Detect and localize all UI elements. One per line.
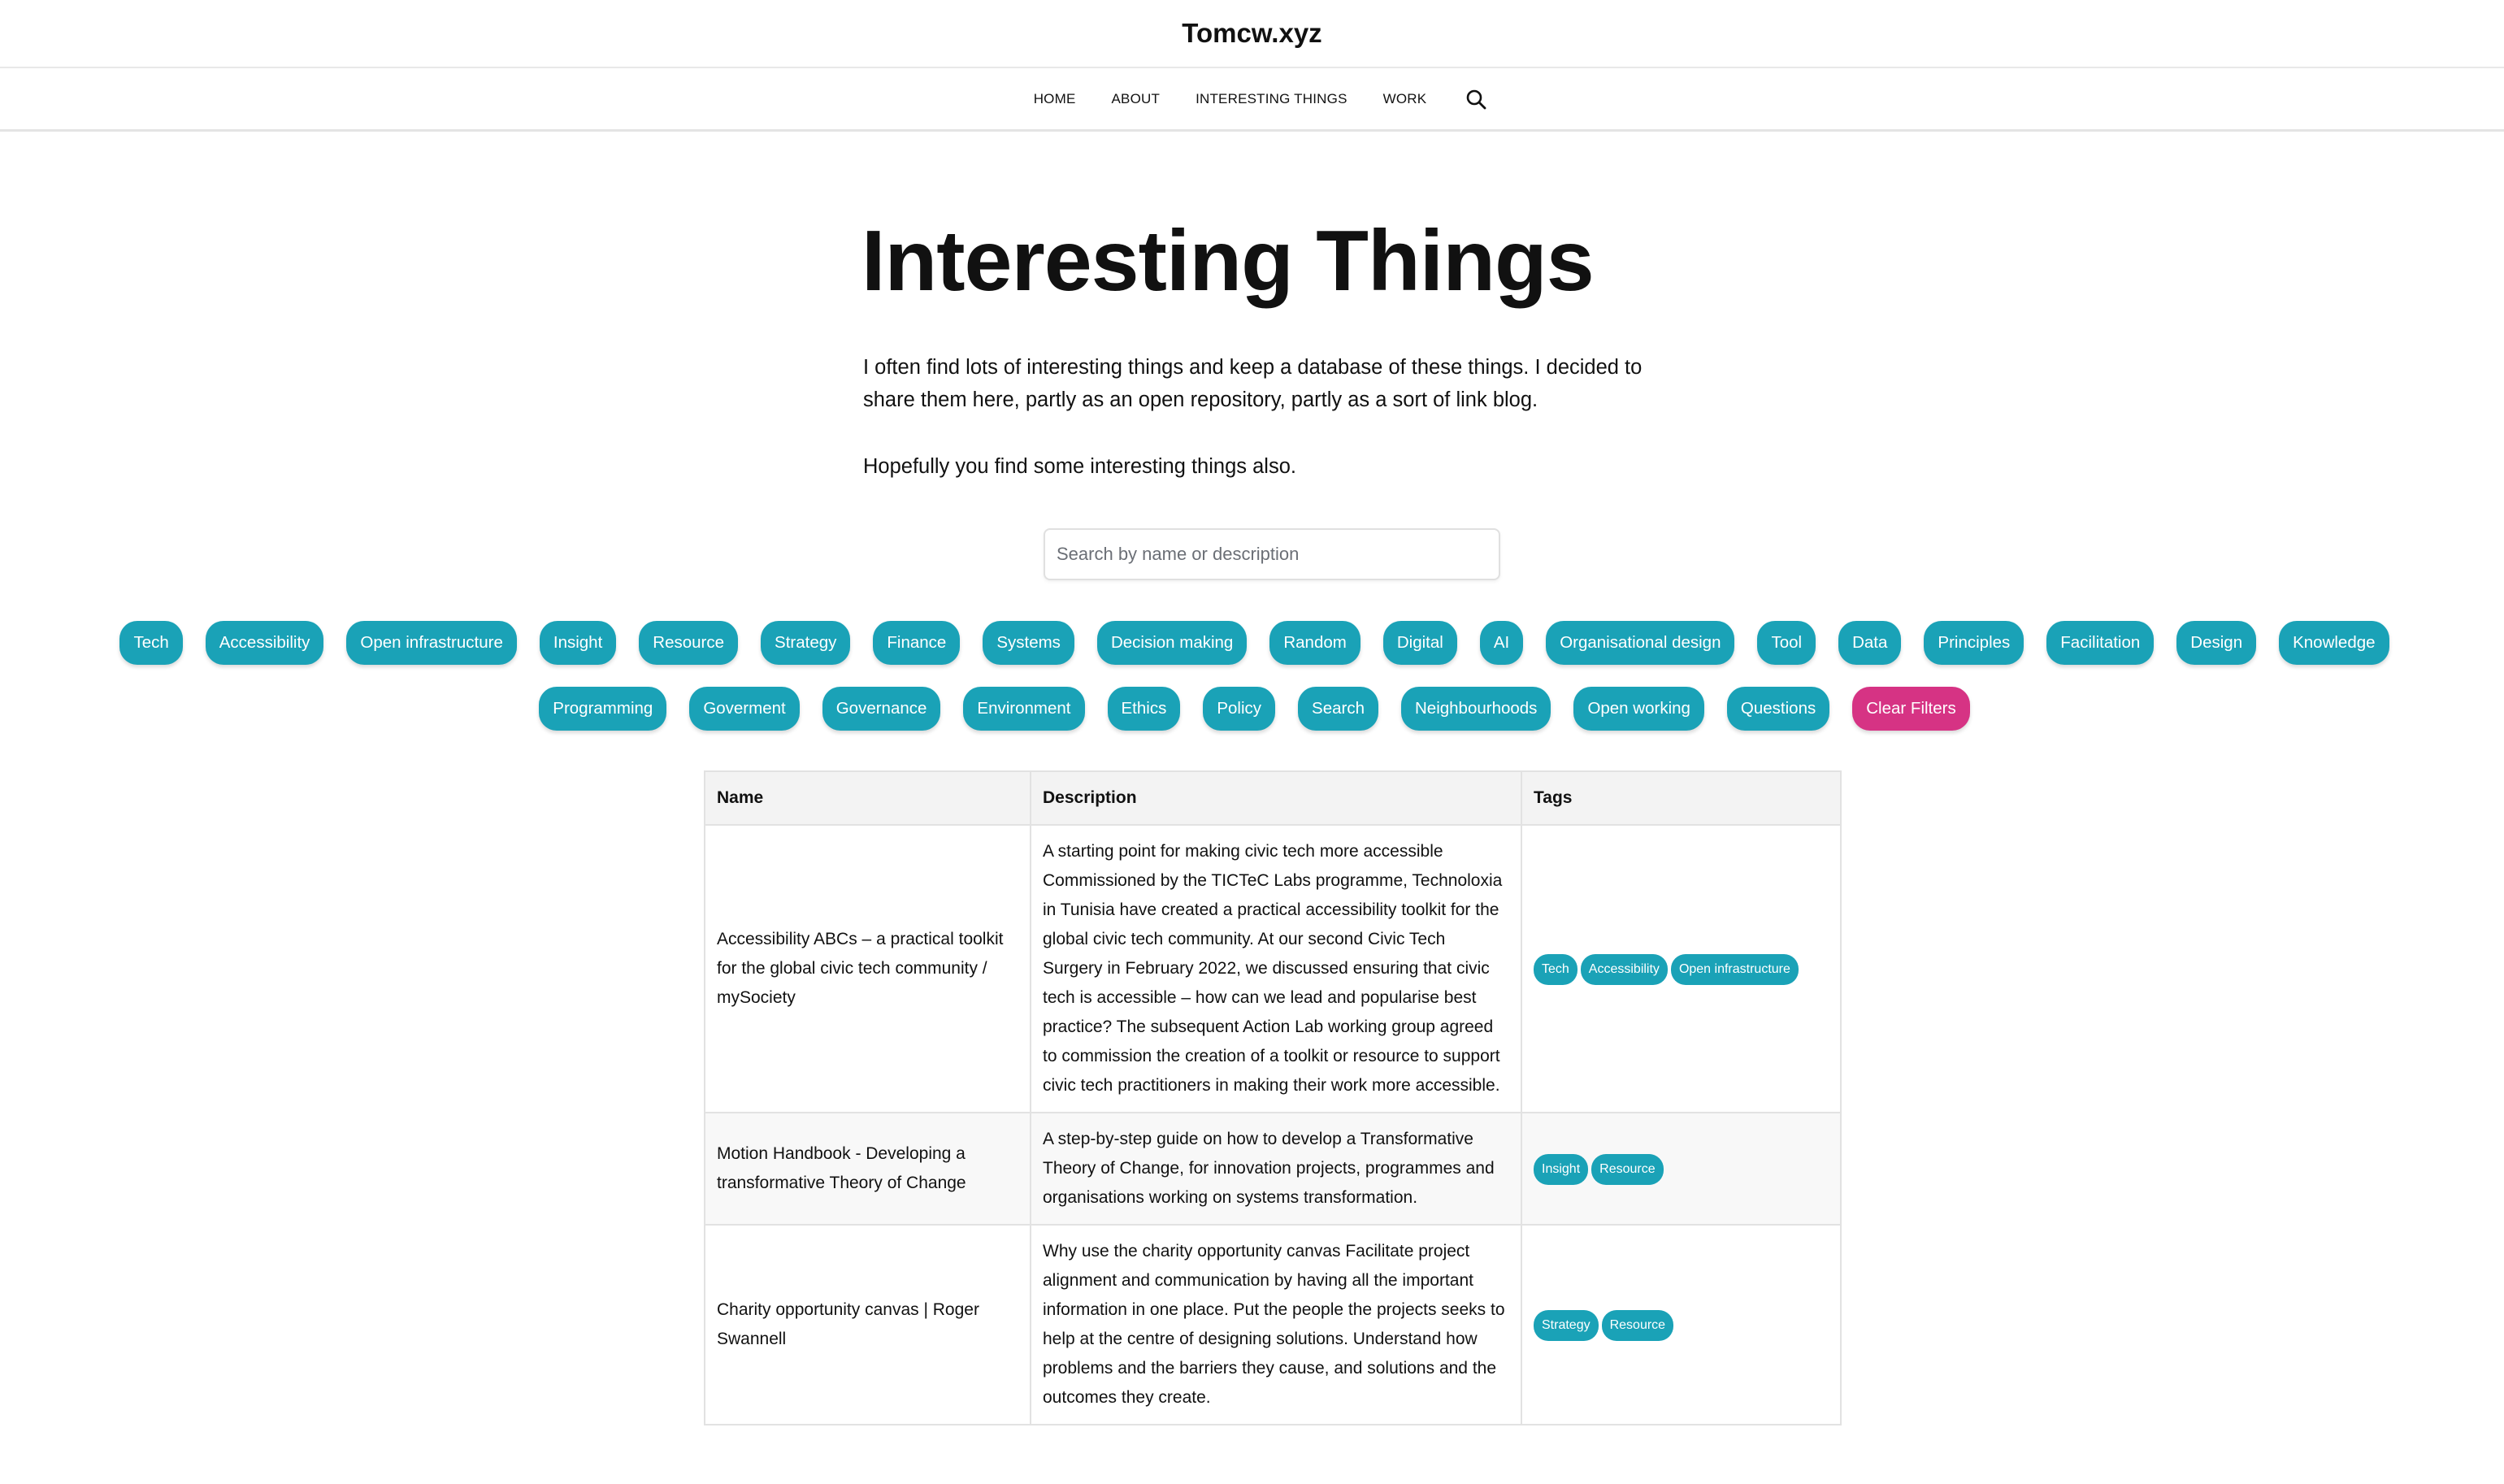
row-tag[interactable]: Insight [1534, 1153, 1589, 1185]
row-name[interactable]: Charity opportunity canvas | Roger Swann… [704, 1224, 1031, 1425]
column-header-description: Description [1030, 770, 1522, 826]
tag-filter-goverment[interactable]: Goverment [689, 687, 800, 731]
tag-filter-insight[interactable]: Insight [539, 621, 617, 665]
search-icon-glyph [1466, 89, 1486, 109]
tag-filter-governance[interactable]: Governance [822, 687, 941, 731]
tag-filter-decision-making[interactable]: Decision making [1096, 621, 1248, 665]
tag-filter-strategy[interactable]: Strategy [761, 621, 851, 665]
tag-filter-random[interactable]: Random [1269, 621, 1360, 665]
row-tag[interactable]: Tech [1534, 953, 1577, 985]
search-icon[interactable] [1464, 87, 1488, 111]
main-nav: HOME ABOUT INTERESTING THINGS WORK [0, 68, 2504, 132]
search-input[interactable] [1044, 528, 1500, 580]
row-tags: Tech Accessibility Open infrastructure [1521, 824, 1842, 1113]
site-title[interactable]: Tomcw.xyz [0, 0, 2504, 68]
row-description: A starting point for making civic tech m… [1030, 824, 1522, 1113]
row-tag[interactable]: Accessibility [1580, 953, 1668, 985]
column-header-tags: Tags [1521, 770, 1842, 826]
row-name[interactable]: Motion Handbook - Developing a transform… [704, 1112, 1031, 1226]
table-header-row: Name Description Tags [704, 770, 1842, 826]
tag-filter-knowledge[interactable]: Knowledge [2279, 621, 2389, 665]
nav-work[interactable]: WORK [1383, 91, 1427, 107]
tag-filter-organisational-design[interactable]: Organisational design [1546, 621, 1735, 665]
table-row: Accessibility ABCs – a practical toolkit… [704, 824, 1842, 1113]
row-description: Why use the charity opportunity canvas F… [1030, 1224, 1522, 1425]
tag-filter-questions[interactable]: Questions [1726, 687, 1830, 731]
tag-filter-finance[interactable]: Finance [873, 621, 961, 665]
tag-filter-environment[interactable]: Environment [963, 687, 1085, 731]
row-tag[interactable]: Resource [1591, 1153, 1664, 1185]
nav-interesting-things[interactable]: INTERESTING THINGS [1196, 91, 1347, 107]
tag-filter-tool[interactable]: Tool [1757, 621, 1816, 665]
tag-filter-ai[interactable]: AI [1479, 621, 1524, 665]
nav-about[interactable]: ABOUT [1112, 91, 1161, 107]
tag-filter-accessibility[interactable]: Accessibility [205, 621, 324, 665]
tag-filter-principles[interactable]: Principles [1924, 621, 2024, 665]
row-tags: Strategy Resource [1521, 1224, 1842, 1425]
row-name[interactable]: Accessibility ABCs – a practical toolkit… [704, 824, 1031, 1113]
intro-paragraph-2: Hopefully you find some interesting thin… [863, 455, 1296, 478]
tag-filter-design[interactable]: Design [2176, 621, 2257, 665]
tag-filter-policy[interactable]: Policy [1203, 687, 1276, 731]
intro-text: I often find lots of interesting things … [863, 351, 1684, 517]
tag-filter-data[interactable]: Data [1838, 621, 1902, 665]
tag-filter-programming[interactable]: Programming [539, 687, 667, 731]
row-description: A step-by-step guide on how to develop a… [1030, 1112, 1522, 1226]
things-table: Name Description Tags Accessibility ABCs… [704, 770, 1842, 1425]
tag-filter-neighbourhoods[interactable]: Neighbourhoods [1400, 687, 1551, 731]
clear-filters-button[interactable]: Clear Filters [1852, 687, 1970, 731]
tag-filter-search[interactable]: Search [1298, 687, 1378, 731]
row-tag[interactable]: Resource [1601, 1309, 1674, 1341]
tag-filter-ethics[interactable]: Ethics [1107, 687, 1181, 731]
tag-filter-tech[interactable]: Tech [119, 621, 183, 665]
row-tag[interactable]: Strategy [1534, 1309, 1599, 1341]
row-tags: Insight Resource [1521, 1112, 1842, 1226]
tag-filter-resource[interactable]: Resource [639, 621, 739, 665]
column-header-name: Name [704, 770, 1031, 826]
row-tag[interactable]: Open infrastructure [1670, 953, 1799, 985]
table-row: Motion Handbook - Developing a transform… [704, 1112, 1842, 1226]
tag-filter-open-infrastructure[interactable]: Open infrastructure [346, 621, 517, 665]
tag-filter-facilitation[interactable]: Facilitation [2046, 621, 2155, 665]
nav-home[interactable]: HOME [1034, 91, 1076, 107]
table-row: Charity opportunity canvas | Roger Swann… [704, 1224, 1842, 1425]
tag-filter-systems[interactable]: Systems [983, 621, 1074, 665]
tag-filter-open-working[interactable]: Open working [1573, 687, 1704, 731]
intro-paragraph-1: I often find lots of interesting things … [863, 356, 1643, 411]
page-title: Interesting Things [861, 213, 1595, 309]
tag-filter-digital[interactable]: Digital [1382, 621, 1457, 665]
tag-filters: Tech Accessibility Open infrastructure Insi… [0, 621, 2504, 731]
